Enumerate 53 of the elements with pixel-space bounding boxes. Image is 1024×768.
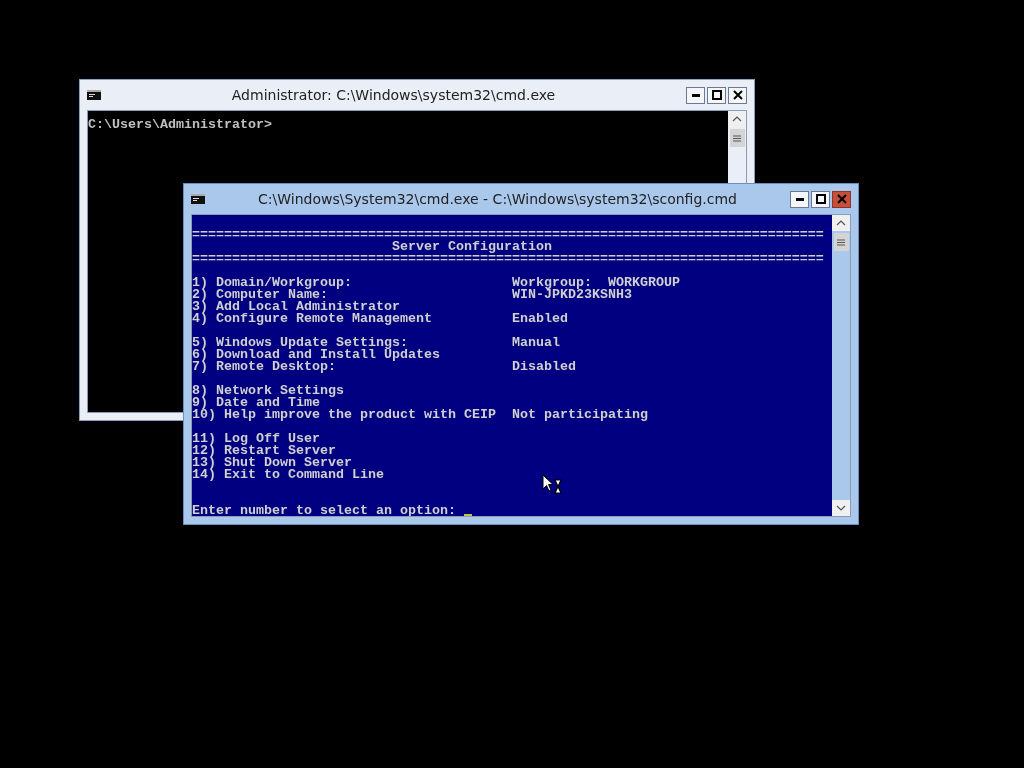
grip-icon (837, 238, 845, 246)
option-value: Manual (511, 337, 560, 349)
scroll-thumb[interactable] (729, 129, 745, 147)
menu-option: 3) Add Local Administrator (192, 301, 400, 313)
menu-option: 10) Help improve the product with CEIP (192, 409, 512, 421)
command-prompt: C:\Users\Administrator> (88, 119, 272, 131)
chevron-down-icon (836, 504, 846, 512)
menu-heading: Server Configuration (391, 241, 552, 253)
close-icon (836, 194, 847, 204)
menu-option: 2) Computer Name: (192, 289, 512, 301)
chevron-up-icon (732, 115, 742, 123)
menu-option: 6) Download and Install Updates (192, 349, 440, 361)
console-app-icon (191, 194, 205, 204)
console-app-icon (87, 90, 101, 100)
option-value: WIN-JPKD23KSNH3 (511, 289, 632, 301)
scroll-up-button[interactable] (832, 215, 850, 231)
option-value: Disabled (511, 361, 576, 373)
busy-pointer-icon (542, 474, 564, 496)
chevron-up-icon (836, 219, 846, 227)
grip-icon (733, 134, 741, 142)
menu-option: 11) Log Off User (192, 433, 320, 445)
menu-option: 14) Exit to Command Line (192, 469, 384, 481)
menu-option: 12) Restart Server (192, 445, 336, 457)
minimize-button[interactable] (686, 86, 705, 104)
maximize-button[interactable] (811, 190, 830, 208)
menu-option: 9) Date and Time (192, 397, 320, 409)
menu-option: 4) Configure Remote Management (192, 313, 512, 325)
window-title: Administrator: C:\Windows\system32\cmd.exe (230, 87, 557, 103)
maximize-icon (711, 90, 722, 100)
scroll-thumb[interactable] (833, 233, 849, 251)
input-prompt: Enter number to select an option: (192, 505, 456, 516)
close-icon (732, 90, 743, 100)
maximize-button[interactable] (707, 86, 726, 104)
separator-rule: =============================================================================== (192, 253, 824, 265)
option-value: Workgroup: WORKGROUP (511, 277, 680, 289)
window-title: C:\Windows\System32\cmd.exe - C:\Windows\system32\sconfig.cmd (257, 191, 738, 207)
minimize-icon (795, 197, 804, 201)
minimize-button[interactable] (790, 190, 809, 208)
maximize-icon (815, 194, 826, 204)
scroll-up-button[interactable] (728, 111, 746, 127)
scroll-down-button[interactable] (832, 500, 850, 516)
separator-rule: =============================================================================== (192, 229, 824, 241)
option-value: Not participating (511, 409, 648, 421)
menu-option: 1) Domain/Workgroup: (192, 277, 512, 289)
minimize-icon (691, 93, 700, 97)
close-button[interactable] (832, 190, 851, 208)
menu-option: 7) Remote Desktop: (192, 361, 512, 373)
option-value: Enabled (511, 313, 568, 325)
close-button[interactable] (728, 86, 747, 104)
text-cursor (463, 514, 472, 516)
menu-option: 13) Shut Down Server (192, 457, 352, 469)
menu-option: 5) Windows Update Settings: (192, 337, 512, 349)
menu-option: 8) Network Settings (192, 385, 344, 397)
